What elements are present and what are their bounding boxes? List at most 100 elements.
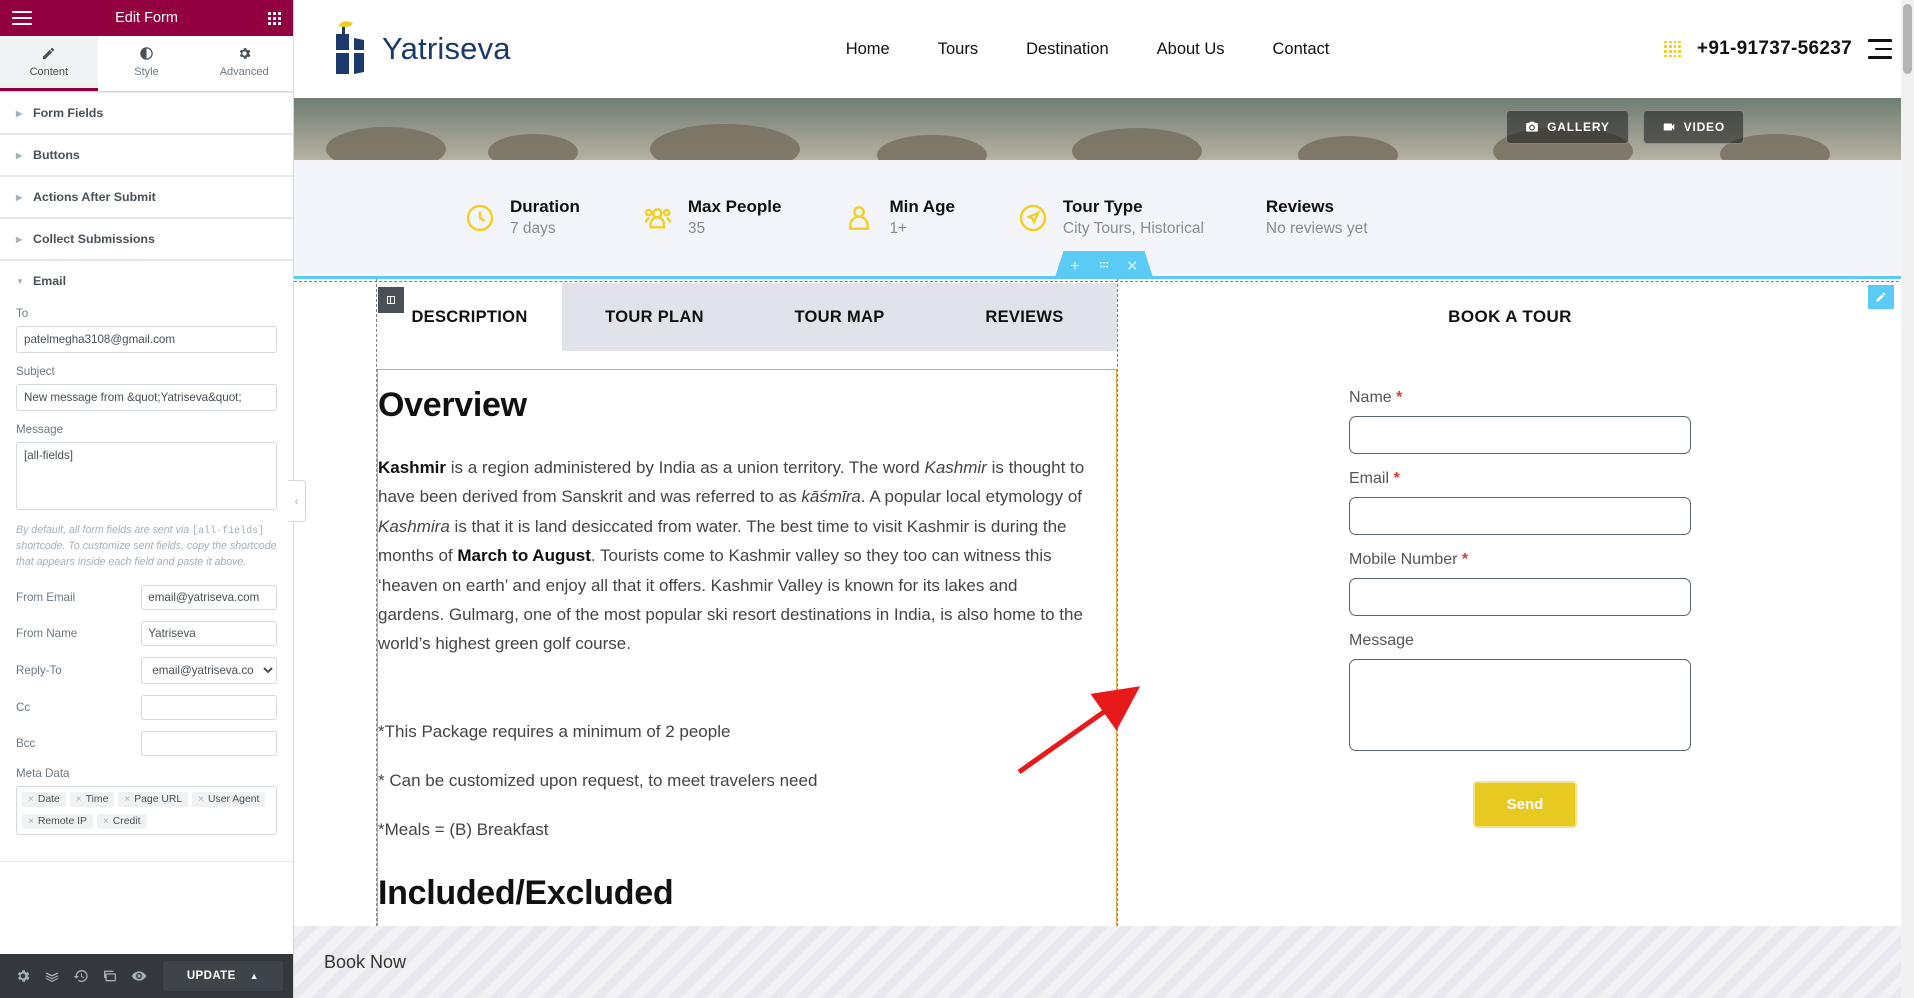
tab-tour-map[interactable]: TOUR MAP [747, 283, 932, 351]
settings-button[interactable] [10, 954, 37, 998]
meta-tag-label: Credit [112, 815, 141, 827]
panel-collapse-handle[interactable]: ‹ [288, 480, 306, 522]
site-logo[interactable]: Yatriseva [318, 18, 511, 80]
nav-item-tours[interactable]: Tours [938, 40, 978, 59]
tab-reviews-label: REVIEWS [985, 307, 1064, 326]
field-to: To [16, 307, 277, 353]
meta-tag[interactable]: × Remote IP [22, 813, 93, 829]
tab-description[interactable]: DESCRIPTION [377, 283, 562, 351]
history-button[interactable] [68, 954, 95, 998]
tab-content[interactable]: Content [0, 36, 98, 91]
book-a-tour-title: BOOK A TOUR [1119, 283, 1901, 351]
section-actions-header[interactable]: ▶ Actions After Submit [0, 176, 293, 217]
section-collect-header[interactable]: ▶ Collect Submissions [0, 218, 293, 259]
section-form-fields[interactable]: ▶ Form Fields [0, 92, 293, 134]
meta-max-people-title: Max People [687, 197, 782, 217]
tab-tour-plan-label: TOUR PLAN [605, 307, 704, 326]
from-email-input[interactable] [141, 584, 277, 610]
tab-tour-plan[interactable]: TOUR PLAN [562, 283, 747, 351]
meta-tag[interactable]: × Credit [96, 813, 147, 829]
grid-apps-icon[interactable] [268, 11, 281, 25]
hamburger-icon[interactable] [12, 11, 32, 25]
eye-icon [132, 971, 147, 981]
remove-tag-icon[interactable]: × [76, 794, 82, 805]
section-email[interactable]: ▼ Email To Subject Message [all-fields] [0, 260, 293, 862]
bcc-input[interactable] [141, 730, 277, 756]
meta-tag-label: User Agent [208, 793, 260, 805]
plus-icon[interactable] [1069, 259, 1082, 272]
section-handle[interactable] [1055, 251, 1154, 279]
drag-dots-icon[interactable] [1098, 259, 1111, 272]
nav-item-destination[interactable]: Destination [1026, 40, 1109, 59]
from-name-input[interactable] [141, 620, 277, 646]
tab-description-label: DESCRIPTION [411, 307, 528, 326]
field-cc: Cc [16, 694, 277, 720]
remove-tag-icon[interactable]: × [28, 816, 34, 827]
close-x-icon[interactable] [1127, 259, 1140, 272]
person-icon [843, 202, 875, 234]
cc-input[interactable] [141, 694, 277, 720]
panel-scroll-area[interactable]: ▶ Form Fields ▶ Buttons ▶ Actions After … [0, 92, 293, 954]
remove-tag-icon[interactable]: × [28, 794, 34, 805]
video-button[interactable]: VIDEO [1642, 110, 1744, 144]
section-form-fields-header[interactable]: ▶ Form Fields [0, 92, 293, 133]
overview-em1: Kashmir [924, 458, 987, 477]
to-input[interactable] [16, 326, 277, 353]
tab-reviews[interactable]: REVIEWS [932, 283, 1117, 351]
overview-em2: kāśmīra [801, 487, 861, 507]
scrollbar-thumb[interactable] [1903, 4, 1912, 74]
tab-content-label: Content [29, 66, 69, 78]
book-now-bar[interactable]: Book Now [294, 926, 1914, 998]
gallery-button[interactable]: GALLERY [1506, 110, 1629, 144]
reply-to-select[interactable]: email@yatriseva.com [141, 656, 277, 684]
tab-style[interactable]: Style [97, 36, 196, 91]
section-buttons-header[interactable]: ▶ Buttons [0, 134, 293, 175]
email-input[interactable] [1349, 497, 1691, 535]
preview-button[interactable] [126, 954, 153, 998]
section-collect-label: Collect Submissions [33, 232, 155, 246]
meta-tag[interactable]: × Time [69, 791, 115, 807]
message-textarea[interactable]: [all-fields] [16, 442, 277, 510]
meta-reviews-value: No reviews yet [1265, 220, 1368, 237]
navigator-button[interactable] [39, 954, 66, 998]
nav-item-contact[interactable]: Contact [1273, 40, 1330, 59]
elementor-section[interactable]: DESCRIPTION TOUR PLAN TOUR MAP REVIEWS O… [294, 276, 1914, 996]
remove-tag-icon[interactable]: × [198, 794, 204, 805]
nav-item-about-us[interactable]: About Us [1157, 40, 1225, 59]
remove-tag-icon[interactable]: × [124, 794, 130, 805]
widget-drag-handle[interactable] [378, 287, 404, 313]
name-input[interactable] [1349, 416, 1691, 454]
columns-icon [387, 296, 395, 304]
chevron-down-icon: ▼ [16, 276, 24, 286]
meta-tag[interactable]: × Page URL [118, 791, 189, 807]
update-button[interactable]: UPDATE ▲ [162, 961, 283, 991]
message-desc-part1: By default, all form fields are sent via [16, 524, 193, 536]
responsive-button[interactable] [97, 954, 124, 998]
tab-advanced[interactable]: Advanced [195, 36, 294, 91]
site-hamburger-icon[interactable] [1867, 39, 1892, 59]
widget-edit-button[interactable] [1868, 285, 1894, 309]
message-label: Message [1349, 632, 1901, 650]
nav-item-home[interactable]: Home [846, 40, 890, 59]
section-buttons[interactable]: ▶ Buttons [0, 134, 293, 176]
meta-tag[interactable]: × User Agent [192, 791, 266, 807]
update-caret-icon[interactable]: ▲ [250, 971, 259, 981]
mobile-number-input[interactable] [1349, 578, 1691, 616]
remove-tag-icon[interactable]: × [103, 816, 109, 827]
description-editable-box[interactable]: Overview Kashmir is a region administere… [377, 369, 1117, 966]
clock-icon [464, 202, 496, 234]
meta-data-tagbox[interactable]: × Date × Time × Page URL × User Agent × Remote IP… [16, 785, 277, 835]
browser-scrollbar[interactable] [1901, 0, 1914, 998]
subject-input[interactable] [16, 384, 277, 411]
meta-tag[interactable]: × Date [22, 791, 66, 807]
message-input[interactable] [1349, 659, 1691, 751]
section-email-header[interactable]: ▼ Email [0, 260, 293, 301]
description-column: DESCRIPTION TOUR PLAN TOUR MAP REVIEWS O… [377, 283, 1117, 966]
send-button[interactable]: Send [1473, 781, 1577, 828]
section-buttons-label: Buttons [33, 148, 80, 162]
section-collect-submissions[interactable]: ▶ Collect Submissions [0, 218, 293, 260]
section-actions-after-submit[interactable]: ▶ Actions After Submit [0, 176, 293, 218]
header-phone[interactable]: +91-91737-56237 [1697, 38, 1852, 60]
logo-wordmark: Yatriseva [382, 31, 511, 66]
tab-advanced-label: Advanced [219, 66, 269, 78]
